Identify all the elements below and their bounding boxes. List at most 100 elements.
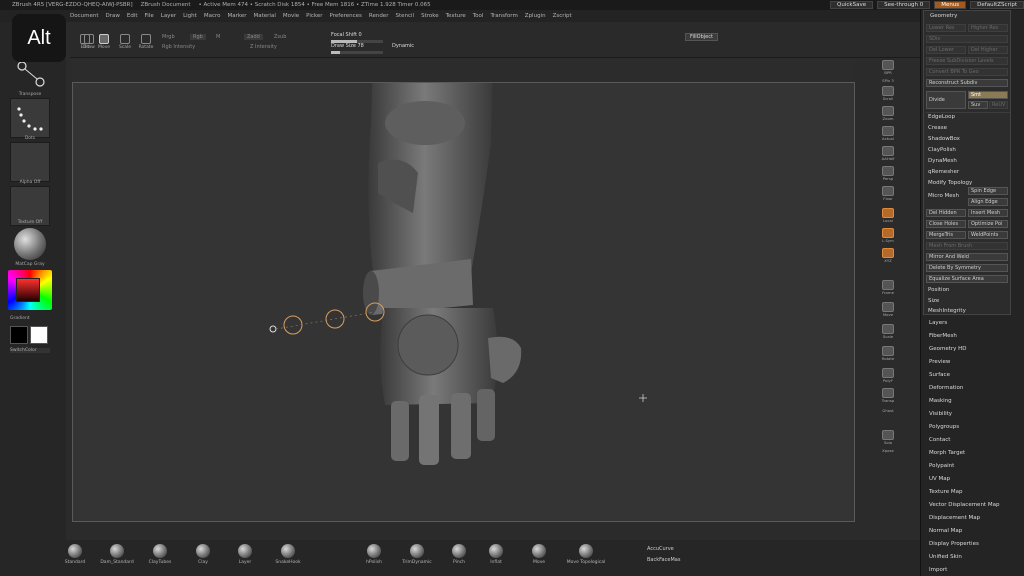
brush-trimdynamic[interactable]: TrimDynamic <box>402 544 432 565</box>
primary-color-swatch[interactable] <box>10 326 28 344</box>
menu-texture[interactable]: Texture <box>446 13 466 19</box>
subpalette-morph-target[interactable]: Morph Target <box>929 450 965 456</box>
menu-tool[interactable]: Tool <box>473 13 484 19</box>
higher-res-button[interactable]: Higher Res <box>968 24 1008 32</box>
menu-document[interactable]: Document <box>70 13 99 19</box>
frame-button[interactable]: Frame <box>878 280 898 298</box>
floor-button[interactable]: Floor <box>878 186 898 204</box>
menu-render[interactable]: Render <box>369 13 389 19</box>
brush-dam-standard[interactable]: Dam_Standard <box>100 544 134 565</box>
freeze-subdivision-button[interactable]: Freeze SubDivision Levels <box>926 57 1008 65</box>
rgb-button[interactable]: Rgb <box>190 34 206 40</box>
dynamesh-item[interactable]: DynaMesh <box>928 158 957 164</box>
menu-transform[interactable]: Transform <box>490 13 517 19</box>
subpalette-polygroups[interactable]: Polygroups <box>929 424 959 430</box>
brush-hpolish[interactable]: hPolish <box>359 544 389 565</box>
zoom-button[interactable]: Zoom <box>878 106 898 124</box>
del-higher-button[interactable]: Del Higher <box>968 46 1008 54</box>
divide-button[interactable]: Divide <box>926 91 966 109</box>
menu-stencil[interactable]: Stencil <box>395 13 414 19</box>
zsub-button[interactable]: Zsub <box>274 34 286 40</box>
mrgb-button[interactable]: Mrgb <box>162 34 175 40</box>
backface-mask-toggle[interactable]: BackFaceMas <box>647 557 680 563</box>
scale-button[interactable]: Scale <box>116 34 134 52</box>
color-picker[interactable] <box>8 270 52 310</box>
mirror-and-weld-button[interactable]: Mirror And Weld <box>926 253 1008 261</box>
edgeloop-item[interactable]: EdgeLoop <box>928 114 955 120</box>
insert-mesh-button[interactable]: Insert Mesh <box>968 209 1008 217</box>
brush-snakehook[interactable]: SnakeHook <box>273 544 303 565</box>
subpalette-geometry-hd[interactable]: Geometry HD <box>929 346 967 352</box>
aahalf-button[interactable]: AAHalf <box>878 146 898 164</box>
subpalette-vector-displacement-map[interactable]: Vector Displacement Map <box>929 502 999 508</box>
xpose-button[interactable]: Xpose <box>878 448 898 466</box>
brush-move-topological[interactable]: Move Topological <box>566 544 606 565</box>
optimize-points-button[interactable]: Optimize Poi <box>968 220 1008 228</box>
menu-stroke[interactable]: Stroke <box>421 13 439 19</box>
brush-standard[interactable]: Standard <box>60 544 90 565</box>
document-canvas[interactable] <box>72 82 855 522</box>
claypolish-item[interactable]: ClayPolish <box>928 147 956 153</box>
subpalette-display-properties[interactable]: Display Properties <box>929 541 979 547</box>
subpalette-masking[interactable]: Masking <box>929 398 952 404</box>
micro-mesh-button[interactable]: Micro Mesh <box>928 193 959 199</box>
solo-button[interactable]: Solo <box>878 430 898 448</box>
alpha-button[interactable] <box>10 142 50 182</box>
stroke-dots-button[interactable] <box>10 98 50 138</box>
default-zscript-button[interactable]: DefaultZScript <box>970 1 1024 9</box>
draw-size-track[interactable] <box>331 51 383 54</box>
menu-file[interactable]: File <box>145 13 154 19</box>
brush-pinch[interactable]: Pinch <box>444 544 474 565</box>
menu-edit[interactable]: Edit <box>127 13 138 19</box>
lsym-button[interactable]: L.Sym <box>878 228 898 246</box>
m-button[interactable]: M <box>216 34 220 40</box>
menu-zscript[interactable]: Zscript <box>553 13 572 19</box>
brush-inflat[interactable]: Inflat <box>481 544 511 565</box>
local-button[interactable]: Local <box>878 208 898 226</box>
move-view-button[interactable]: Move <box>878 302 898 320</box>
subpalette-uv-map[interactable]: UV Map <box>929 476 950 482</box>
align-edge-button[interactable]: Align Edge <box>968 198 1008 206</box>
rotate-button[interactable]: Rotate <box>137 34 155 52</box>
zadd-button[interactable]: Zadd <box>244 34 263 40</box>
quicksave-button[interactable]: QuickSave <box>830 1 874 9</box>
subpalette-surface[interactable]: Surface <box>929 372 950 378</box>
subpalette-unified-skin[interactable]: Unified Skin <box>929 554 962 560</box>
subpalette-texture-map[interactable]: Texture Map <box>929 489 963 495</box>
fill-object-button[interactable]: FillObject <box>685 33 718 41</box>
menu-marker[interactable]: Marker <box>227 13 246 19</box>
focal-shift-slider[interactable]: Focal Shift 0 <box>331 32 362 38</box>
move-button[interactable]: Move <box>95 34 113 52</box>
secondary-color-swatch[interactable] <box>30 326 48 344</box>
xyz-button[interactable]: XYZ <box>878 248 898 266</box>
z-intensity-slider[interactable]: Z Intensity <box>250 44 277 50</box>
brush-move[interactable]: Move <box>524 544 554 565</box>
persp-button[interactable]: Persp <box>878 166 898 184</box>
see-through-slider[interactable]: See-through 0 <box>877 1 931 9</box>
suv-toggle[interactable]: Suv <box>968 101 988 109</box>
position-item[interactable]: Position <box>928 287 949 293</box>
reuv-toggle[interactable]: ReUV <box>989 101 1008 109</box>
subpalette-fibermesh[interactable]: FiberMesh <box>929 333 957 339</box>
accucurve-toggle[interactable]: AccuCurve <box>647 546 674 552</box>
scale-view-button[interactable]: Scale <box>878 324 898 342</box>
subpalette-layers[interactable]: Layers <box>929 320 947 326</box>
subpalette-deformation[interactable]: Deformation <box>929 385 963 391</box>
dynamic-button[interactable]: Dynamic <box>392 43 414 49</box>
subpalette-normal-map[interactable]: Normal Map <box>929 528 962 534</box>
bpr-button[interactable]: BPR <box>878 60 898 78</box>
subpalette-preview[interactable]: Preview <box>929 359 950 365</box>
qremesher-item[interactable]: qRemesher <box>928 169 959 175</box>
equalize-surface-area-button[interactable]: Equalize Surface Area <box>926 275 1008 283</box>
subpalette-visibility[interactable]: Visibility <box>929 411 952 417</box>
subpalette-contact[interactable]: Contact <box>929 437 950 443</box>
size-item[interactable]: Size <box>928 298 939 304</box>
menu-preferences[interactable]: Preferences <box>330 13 362 19</box>
actual-button[interactable]: Actual <box>878 126 898 144</box>
convert-bpr-button[interactable]: Convert BPR To Geo <box>926 68 1008 76</box>
ghost-button[interactable]: Ghost <box>878 408 898 426</box>
menu-light[interactable]: Light <box>183 13 197 19</box>
transp-button[interactable]: Transp <box>878 388 898 406</box>
menus-button[interactable]: Menus <box>934 1 967 9</box>
spin-edge-button[interactable]: Spin Edge <box>968 187 1008 195</box>
